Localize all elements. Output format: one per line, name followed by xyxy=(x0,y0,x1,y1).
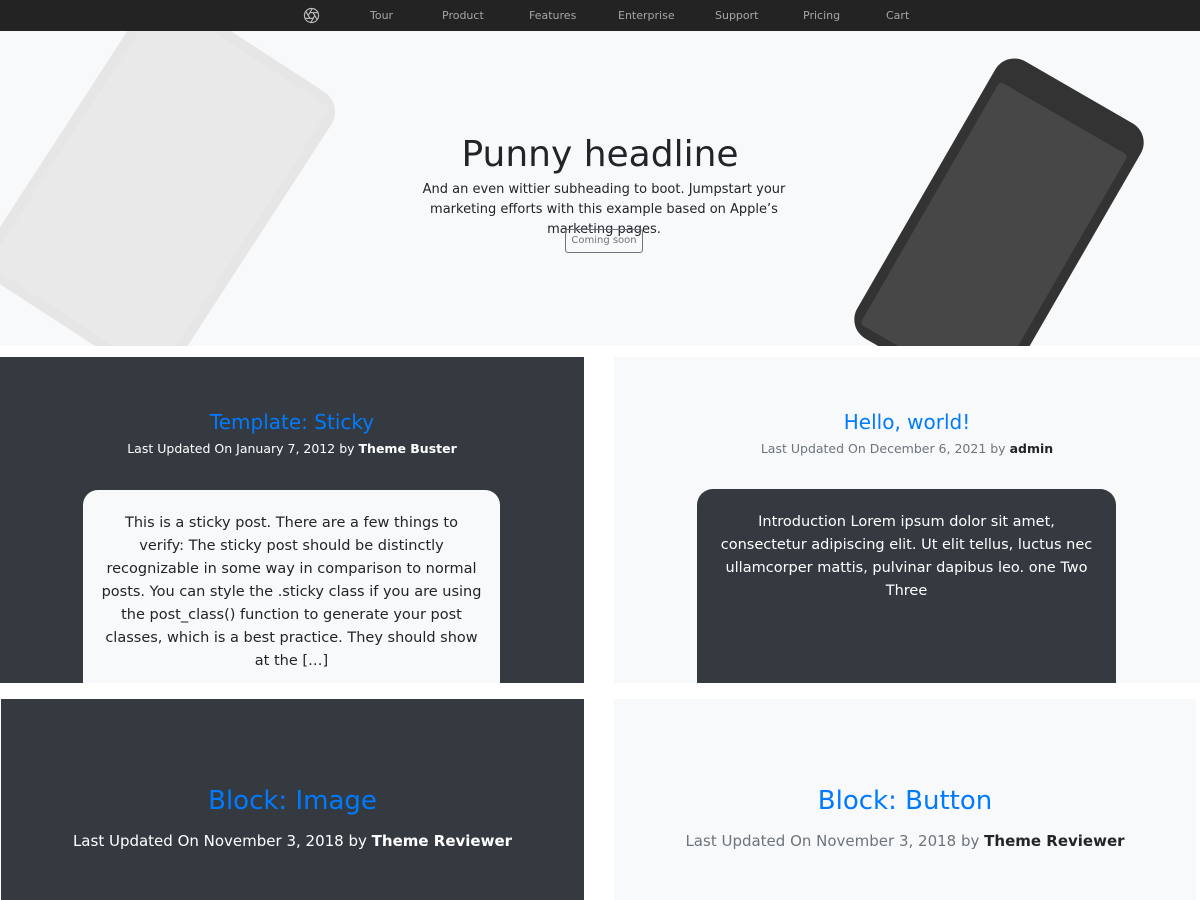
hero-title: Punny headline xyxy=(461,134,739,175)
nav-link-pricing[interactable]: Pricing xyxy=(803,9,840,23)
post-card: Block: Button Last Updated On November 3… xyxy=(614,699,1196,900)
post-card: Hello, world! Last Updated On December 6… xyxy=(614,357,1200,683)
post-excerpt: Introduction Lorem ipsum dolor sit amet,… xyxy=(697,489,1116,683)
post-meta-date: Last Updated On November 3, 2018 by xyxy=(72,832,367,850)
post-meta: Last Updated On January 7, 2012 by Theme… xyxy=(0,441,584,457)
nav-link-features[interactable]: Features xyxy=(529,9,576,23)
phone-screen xyxy=(859,81,1129,346)
post-author: Theme Reviewer xyxy=(371,832,513,850)
nav-link-enterprise[interactable]: Enterprise xyxy=(618,9,675,23)
nav-link-product[interactable]: Product xyxy=(442,9,484,23)
post-title-link[interactable]: Block: Button xyxy=(614,785,1196,817)
coming-soon-button[interactable]: Coming soon xyxy=(565,229,643,253)
post-meta-date: Last Updated On November 3, 2018 by xyxy=(685,832,980,850)
post-author: admin xyxy=(1009,441,1054,456)
nav-link-tour[interactable]: Tour xyxy=(370,9,393,23)
post-excerpt: This is a sticky post. There are a few t… xyxy=(82,489,501,683)
post-card: Template: Sticky Last Updated On January… xyxy=(0,357,584,683)
post-author: Theme Buster xyxy=(358,441,457,456)
aperture-icon[interactable] xyxy=(303,7,320,24)
post-author: Theme Reviewer xyxy=(984,832,1125,850)
post-meta: Last Updated On November 3, 2018 by Them… xyxy=(1,831,584,851)
post-card: Block: Image Last Updated On November 3,… xyxy=(1,699,584,900)
hero-section: Punny headline And an even wittier subhe… xyxy=(0,31,1200,346)
tablet-illustration xyxy=(0,31,345,346)
post-meta-date: Last Updated On January 7, 2012 by xyxy=(127,441,355,456)
phone-illustration xyxy=(846,50,1152,346)
post-meta: Last Updated On December 6, 2021 by admi… xyxy=(614,441,1200,457)
nav-link-support[interactable]: Support xyxy=(715,9,758,23)
tablet-screen xyxy=(0,31,331,346)
post-meta-date: Last Updated On December 6, 2021 by xyxy=(760,441,1006,456)
nav-link-cart[interactable]: Cart xyxy=(886,9,909,23)
post-title-link[interactable]: Block: Image xyxy=(1,785,584,817)
post-title-link[interactable]: Template: Sticky xyxy=(0,409,584,435)
post-title-link[interactable]: Hello, world! xyxy=(614,409,1200,435)
post-meta: Last Updated On November 3, 2018 by Them… xyxy=(614,831,1196,851)
top-navbar: Tour Product Features Enterprise Support… xyxy=(0,0,1200,32)
